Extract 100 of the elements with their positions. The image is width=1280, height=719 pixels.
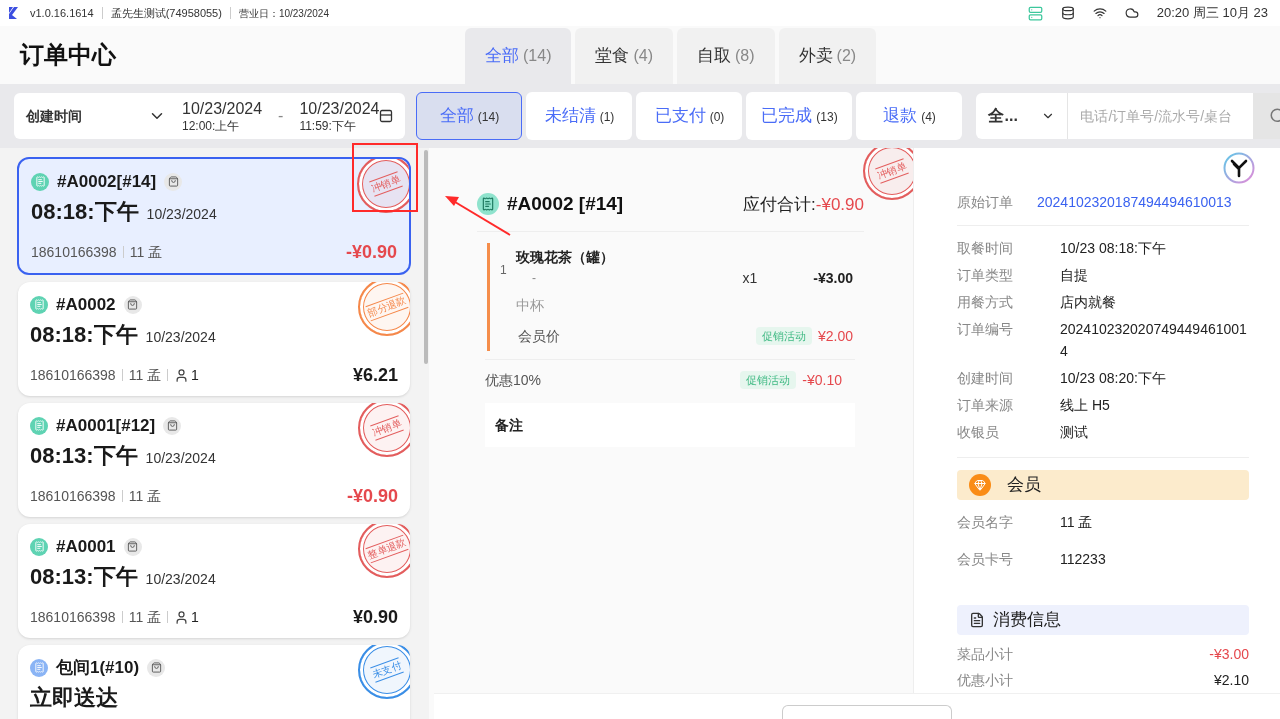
order-date: 10/23/2024 bbox=[145, 327, 216, 347]
order-time: 08:18:下午 bbox=[30, 320, 138, 349]
stamp: 未支付 bbox=[358, 645, 410, 699]
item-spec: - bbox=[532, 270, 536, 287]
item-price: -¥3.00 bbox=[813, 268, 853, 288]
total-label: 应付合计: bbox=[743, 193, 816, 216]
item-name: 玫瑰花茶（罐） bbox=[516, 247, 615, 267]
time-field-dropdown[interactable]: 创建时间 bbox=[26, 105, 166, 127]
highlight-box bbox=[352, 143, 418, 212]
store-name: 孟先生测试(74958055) bbox=[110, 5, 222, 21]
order-card[interactable]: 冲销单 #A0002[#14] 08:18:下午 10/23/2024 18610166398 11 孟 -¥0.90 bbox=[17, 157, 411, 275]
discount-label: 优惠10% bbox=[485, 370, 542, 390]
info-label: 创建时间 bbox=[957, 368, 1014, 388]
status-tab[interactable]: 已完成 (13) bbox=[746, 92, 853, 140]
search-scope-dropdown[interactable]: 全... bbox=[976, 93, 1069, 139]
end-date[interactable]: 10/23/2024 bbox=[299, 98, 380, 119]
type-tab[interactable]: 外卖 (2) bbox=[778, 28, 877, 84]
phone-number: 18610166398 bbox=[30, 365, 116, 385]
app-version: v1.0.16.1614 bbox=[30, 5, 94, 21]
info-label: 用餐方式 bbox=[957, 292, 1014, 312]
order-card[interactable]: 未支付 包间1(#10) 立即送达 bbox=[18, 645, 410, 719]
server-icon bbox=[1027, 5, 1043, 21]
date-separator: - bbox=[278, 106, 284, 126]
order-title: #A0002 [#14] bbox=[507, 192, 624, 216]
order-number: #A0001[#12] bbox=[56, 415, 156, 437]
price-label: 会员价 bbox=[518, 326, 560, 346]
guest-count: 1 bbox=[191, 607, 199, 627]
order-card[interactable]: 部分退款 #A0002 08:18:下午 10/23/2024 18610166398 11 孟 1 ¥6.21 bbox=[18, 282, 410, 396]
order-time: 08:13:下午 bbox=[30, 441, 138, 470]
info-value: 11 孟 bbox=[1060, 512, 1094, 532]
customer-name: 11 孟 bbox=[128, 365, 162, 385]
end-time[interactable]: 11:59:下午 bbox=[299, 118, 380, 134]
order-time: 08:13:下午 bbox=[30, 562, 138, 591]
status-tab[interactable]: 全部 (14) bbox=[416, 92, 523, 140]
member-title: 会员 bbox=[1007, 474, 1041, 497]
info-value: 10/23 08:20:下午 bbox=[1060, 368, 1167, 388]
customer-name: 11 孟 bbox=[128, 486, 162, 506]
info-value: ¥2.10 bbox=[1213, 671, 1249, 690]
remark-label: 备注 bbox=[495, 416, 523, 433]
status-tab[interactable]: 退款 (4) bbox=[856, 92, 963, 140]
start-time[interactable]: 12:00:上午 bbox=[182, 118, 263, 134]
discount-amount: -¥0.10 bbox=[802, 370, 842, 390]
customer-name: 11 孟 bbox=[128, 607, 162, 627]
guest-count: 1 bbox=[191, 365, 199, 385]
phone-number: 18610166398 bbox=[30, 486, 116, 506]
info-value: 10/23 08:18:下午 bbox=[1060, 238, 1167, 258]
order-card[interactable]: 冲销单 #A0001[#12] 08:13:下午 10/23/2024 18610166398 11 孟 -¥0.90 bbox=[18, 403, 410, 517]
info-value: 112233 bbox=[1060, 549, 1107, 569]
info-label: 原始订单 bbox=[957, 193, 1014, 212]
info-label: 优惠小计 bbox=[957, 671, 1013, 690]
info-label: 订单类型 bbox=[957, 265, 1014, 285]
info-value: 2024102320207494494610014 bbox=[1060, 319, 1248, 361]
order-number: #A0001 bbox=[56, 536, 116, 558]
person-icon bbox=[174, 609, 190, 625]
business-day-label: 营业日： bbox=[238, 6, 279, 21]
status-tab[interactable]: 未结清 (1) bbox=[526, 92, 633, 140]
info-label: 菜品小计 bbox=[957, 645, 1013, 664]
ai-assistant-icon[interactable] bbox=[1223, 152, 1255, 184]
total-amount: -¥0.90 bbox=[815, 193, 864, 216]
info-label: 订单来源 bbox=[957, 395, 1014, 415]
info-label: 订单编号 bbox=[957, 319, 1014, 339]
type-tab[interactable]: 全部 (14) bbox=[465, 28, 572, 84]
business-day: 10/23/2024 bbox=[278, 5, 329, 21]
type-tab[interactable]: 堂食 (4) bbox=[575, 28, 673, 84]
original-order-link[interactable]: 2024102320187494494610013 bbox=[1037, 192, 1232, 213]
status-tab[interactable]: 已支付 (0) bbox=[636, 92, 743, 140]
info-label: 会员名字 bbox=[957, 512, 1014, 532]
bag-icon bbox=[164, 172, 183, 191]
scrollbar[interactable] bbox=[424, 150, 428, 364]
order-amount: ¥0.90 bbox=[352, 605, 398, 629]
page-title: 订单中心 bbox=[20, 40, 117, 70]
customer-name: 11 孟 bbox=[129, 242, 163, 262]
order-card[interactable]: 整单退款 #A0001 08:13:下午 10/23/2024 18610166398 11 孟 1 ¥0.90 bbox=[18, 524, 410, 638]
phone-number: 18610166398 bbox=[31, 242, 117, 262]
start-date[interactable]: 10/23/2024 bbox=[182, 98, 263, 119]
order-number: 包间1(#10) bbox=[56, 657, 140, 679]
order-amount: -¥0.90 bbox=[345, 240, 397, 264]
info-value: 测试 bbox=[1060, 422, 1089, 442]
bag-icon bbox=[147, 658, 166, 677]
bag-icon bbox=[123, 295, 142, 314]
order-date: 10/23/2024 bbox=[145, 569, 216, 589]
item-quantity: x1 bbox=[742, 268, 758, 288]
item-index: 1 bbox=[500, 261, 508, 279]
type-tab[interactable]: 自取 (8) bbox=[677, 28, 775, 84]
promo-tag: 促销活动 bbox=[740, 370, 797, 390]
order-number: #A0002 bbox=[56, 294, 116, 316]
order-amount: -¥0.90 bbox=[346, 484, 398, 508]
info-value: 自提 bbox=[1060, 265, 1089, 285]
member-price: ¥2.00 bbox=[817, 326, 853, 346]
phone-number: 18610166398 bbox=[30, 607, 116, 627]
bag-icon bbox=[123, 537, 142, 556]
member-icon bbox=[969, 474, 991, 496]
stamp: 整单退款 bbox=[358, 524, 410, 578]
bag-icon bbox=[163, 416, 182, 435]
wifi-icon bbox=[1092, 6, 1107, 20]
calendar-icon[interactable] bbox=[379, 109, 394, 123]
stamp: 冲销单 bbox=[357, 159, 409, 213]
order-amount: ¥6.21 bbox=[352, 363, 398, 387]
item-option: 中杯 bbox=[516, 294, 855, 316]
info-value: 线上 H5 bbox=[1060, 395, 1111, 415]
